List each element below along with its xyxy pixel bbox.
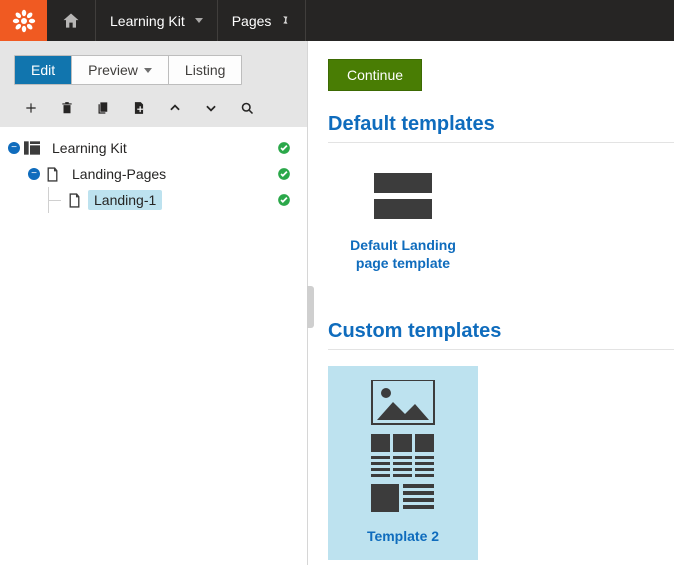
template-label: Default Landing page template (336, 236, 470, 272)
home-icon (61, 11, 81, 31)
tab-listing[interactable]: Listing (169, 56, 241, 84)
template-thumbnail-icon (371, 380, 435, 517)
status-published-icon (277, 193, 291, 207)
tree-node-landing-pages[interactable]: − Landing-Pages (4, 161, 297, 187)
status-published-icon (277, 141, 291, 155)
tab-edit[interactable]: Edit (15, 56, 72, 84)
site-icon (24, 140, 40, 156)
breadcrumb-site[interactable]: Learning Kit (96, 0, 218, 41)
home-button[interactable] (47, 0, 96, 41)
continue-button[interactable]: Continue (328, 59, 422, 91)
topbar: Learning Kit Pages (0, 0, 674, 41)
mode-tabs-wrap: Edit Preview Listing (0, 41, 307, 93)
chevron-up-icon (168, 101, 182, 115)
tab-preview[interactable]: Preview (72, 56, 169, 84)
main-layout: Edit Preview Listing (0, 41, 674, 565)
breadcrumb-site-label: Learning Kit (110, 13, 185, 29)
copy-button[interactable] (94, 99, 112, 117)
app-logo-icon[interactable] (0, 0, 47, 41)
section-default-templates: Default templates (328, 113, 674, 143)
tree-node-landing-1[interactable]: Landing-1 (4, 187, 297, 213)
new-doc-button[interactable] (130, 99, 148, 117)
tree-node-root[interactable]: − Learning Kit (4, 135, 297, 161)
search-button[interactable] (238, 99, 256, 117)
chevron-down-icon (204, 101, 218, 115)
search-icon (240, 101, 255, 116)
file-plus-icon (132, 100, 146, 116)
section-custom-templates: Custom templates (328, 320, 674, 350)
chevron-down-icon (144, 68, 152, 73)
copy-icon (96, 100, 111, 116)
mode-tabs: Edit Preview Listing (14, 55, 242, 85)
tree-node-label: Learning Kit (46, 138, 133, 158)
tree-toolbar (0, 93, 307, 127)
status-published-icon (277, 167, 291, 181)
collapse-icon[interactable]: − (8, 142, 20, 154)
tab-edit-label: Edit (31, 62, 55, 78)
template-default-landing[interactable]: Default Landing page template (328, 159, 478, 286)
page-icon (44, 166, 60, 182)
tab-listing-label: Listing (185, 62, 225, 78)
tree-connector (48, 187, 64, 213)
delete-button[interactable] (58, 99, 76, 117)
move-down-button[interactable] (202, 99, 220, 117)
collapse-icon[interactable]: − (28, 168, 40, 180)
tree-node-label: Landing-1 (88, 190, 162, 210)
template-2[interactable]: Template 2 (328, 366, 478, 559)
left-panel: Edit Preview Listing (0, 41, 308, 565)
breadcrumb-app[interactable]: Pages (218, 0, 307, 41)
chevron-down-icon (195, 18, 203, 23)
content-tree: − Learning Kit − Landing-Pages (0, 127, 307, 565)
trash-icon (60, 100, 74, 116)
plus-icon (24, 101, 38, 115)
right-panel: Continue Default templates Default Landi… (308, 41, 674, 565)
tree-node-label: Landing-Pages (66, 164, 172, 184)
tab-preview-label: Preview (88, 62, 138, 78)
new-button[interactable] (22, 99, 40, 117)
splitter-handle[interactable] (307, 286, 314, 328)
template-label: Template 2 (336, 527, 470, 545)
template-thumbnail-icon (374, 173, 432, 226)
page-icon (66, 192, 82, 208)
move-up-button[interactable] (166, 99, 184, 117)
breadcrumb-app-label: Pages (232, 13, 272, 29)
pin-icon (279, 13, 291, 29)
